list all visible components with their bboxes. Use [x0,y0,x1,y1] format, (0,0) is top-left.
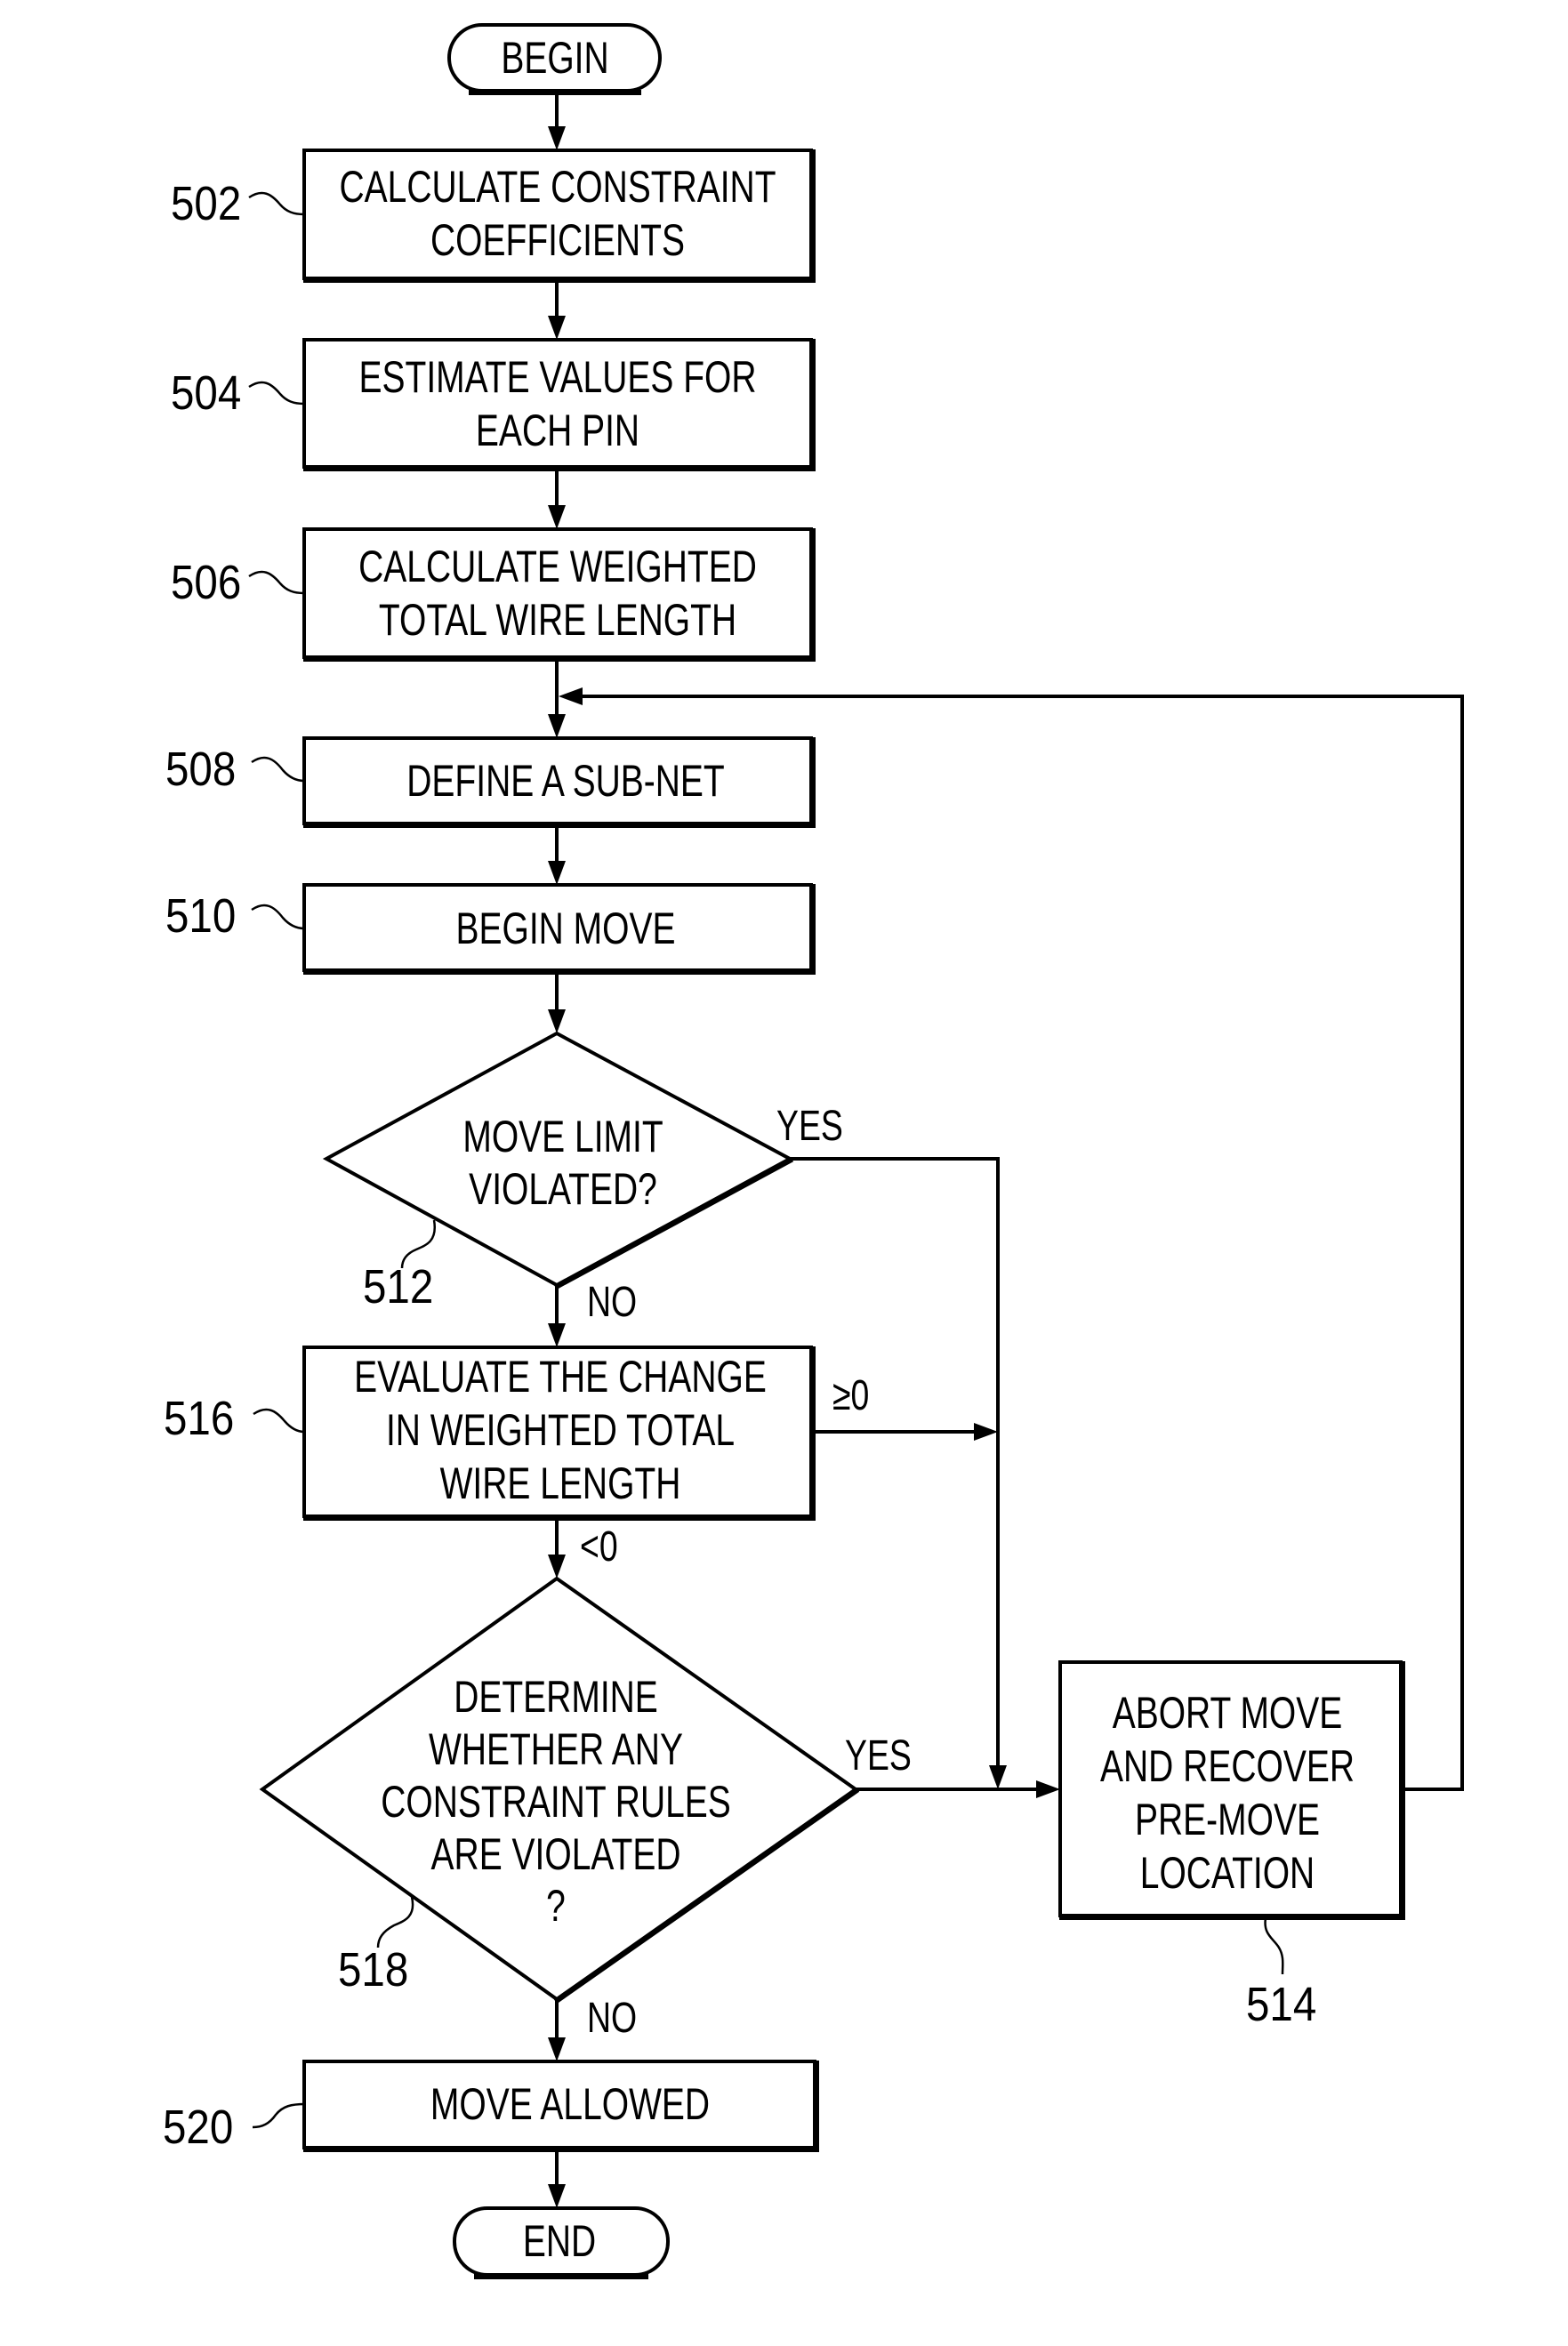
step-text-line: WIRE LENGTH [440,1458,681,1508]
reference-numeral: 514 [1246,1977,1316,2031]
arrowhead [548,316,566,340]
step-502: CALCULATE CONSTRAINT COEFFICIENTS 502 [171,149,816,283]
decision-518: DETERMINE WHETHER ANY CONSTRAINT RULES A… [259,1576,912,2043]
edge-label-no: NO [587,1279,637,1327]
step-text-line: ABORT MOVE [1113,1687,1343,1738]
reference-numeral: 508 [165,742,236,796]
step-text-line: ESTIMATE VALUES FOR [358,351,756,402]
flowchart: BEGIN END CALCULATE CONSTRAINT COEFFICIE… [163,23,1464,2279]
step-text-line: DEFINE A SUB-NET [406,755,724,806]
reference-numeral: 516 [164,1391,234,1445]
edge-label-yes: YES [776,1103,843,1151]
arrowhead [548,861,566,885]
step-text-line: CALCULATE CONSTRAINT [339,161,776,212]
step-text-line: LOCATION [1140,1847,1315,1898]
reference-numeral: 504 [171,366,241,420]
reference-leader [248,570,305,595]
step-510: BEGIN MOVE 510 [165,883,816,975]
step-text-line: PRE-MOVE [1135,1794,1320,1844]
step-504: ESTIMATE VALUES FOR EACH PIN 504 [171,338,816,471]
reference-leader [253,1408,305,1434]
reference-leader [376,1896,414,1948]
step-506: CALCULATE WEIGHTED TOTAL WIRE LENGTH 506 [171,527,816,662]
step-516: EVALUATE THE CHANGE IN WEIGHTED TOTAL WI… [164,1346,869,1571]
edge-label-lt-zero: <0 [580,1523,618,1571]
reference-numeral: 506 [171,555,241,609]
step-text-line: TOTAL WIRE LENGTH [379,594,736,645]
arrowhead [548,714,566,738]
decision-text-line: ARE VIOLATED [431,1828,681,1879]
edge-label-yes: YES [845,1732,912,1780]
arrowhead [974,1423,998,1441]
edge-label-no: NO [587,1995,637,2043]
step-text-line: IN WEIGHTED TOTAL [386,1404,735,1455]
terminal-begin: BEGIN [447,23,662,95]
terminal-begin-label: BEGIN [501,32,608,83]
reference-leader [248,191,305,216]
arrowhead [1036,1780,1060,1798]
arrowhead [559,687,583,705]
step-text-line: EVALUATE THE CHANGE [354,1351,767,1402]
arrowhead [989,1765,1007,1789]
reference-numeral: 510 [165,888,236,943]
step-text-line: CALCULATE WEIGHTED [358,541,757,591]
decision-text-line: CONSTRAINT RULES [381,1776,731,1827]
step-text-line: COEFFICIENTS [430,214,685,265]
arrowhead [548,1555,566,1579]
terminal-end: END [453,2206,670,2279]
decision-512: MOVE LIMIT VIOLATED? 512 YES NO [322,1031,843,1327]
step-514: ABORT MOVE AND RECOVER PRE-MOVE LOCATION… [1058,1660,1405,2031]
step-text-line: AND RECOVER [1100,1740,1355,1791]
arrowhead [548,2037,566,2061]
edge-512-yes [790,1157,1000,1768]
reference-leader [248,381,305,406]
reference-leader [251,904,305,930]
decision-text-line: DETERMINE [454,1671,658,1722]
arrowhead [548,2184,566,2208]
edge-514-loop-back [580,695,1464,1791]
arrowhead [548,126,566,150]
reference-numeral: 520 [163,2100,233,2154]
step-520: MOVE ALLOWED 520 [163,2060,819,2154]
arrowhead [548,505,566,529]
decision-text-line: VIOLATED? [469,1163,657,1214]
reference-numeral: 518 [338,1942,408,1997]
step-text-line: BEGIN MOVE [456,903,676,953]
reference-leader [1264,1917,1284,1975]
decision-text-line: ? [546,1880,566,1931]
edge-label-gte-zero: ≥0 [832,1372,869,1420]
arrowhead [548,1323,566,1347]
terminal-end-label: END [523,2215,596,2266]
reference-numeral: 512 [363,1259,433,1314]
step-text-line: EACH PIN [476,405,639,455]
reference-leader [252,2102,306,2129]
arrowhead [548,1009,566,1033]
decision-text-line: WHETHER ANY [429,1723,683,1774]
decision-text-line: MOVE LIMIT [462,1111,663,1161]
reference-leader [251,756,305,783]
step-text-line: MOVE ALLOWED [430,2078,710,2129]
reference-numeral: 502 [171,176,241,230]
step-508: DEFINE A SUB-NET 508 [165,736,816,828]
